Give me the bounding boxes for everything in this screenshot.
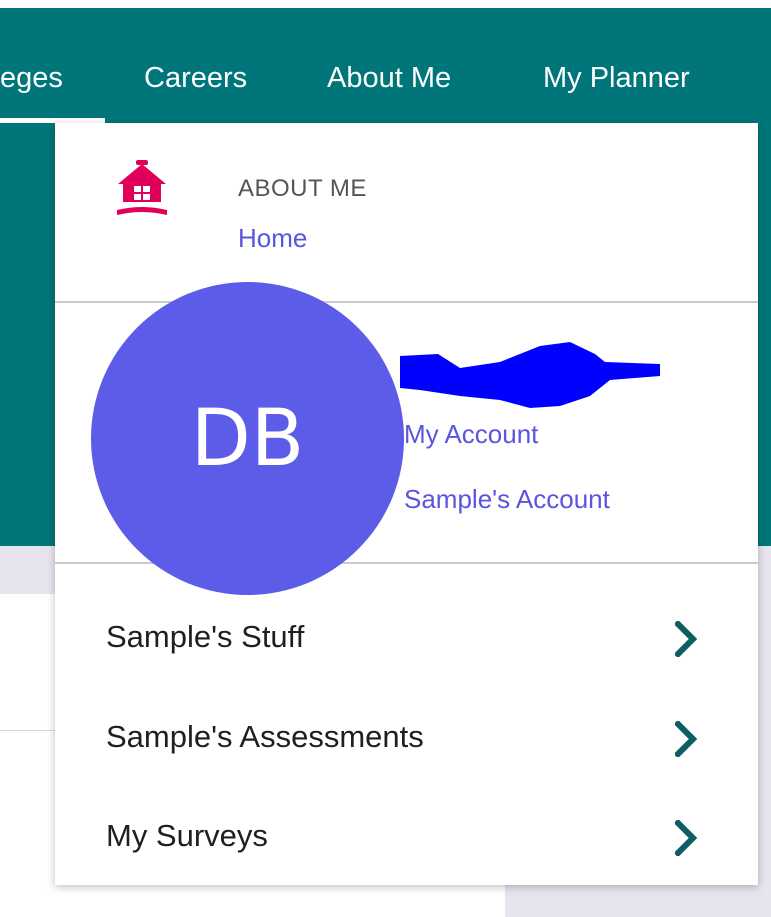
nav-item-colleges[interactable]: eges xyxy=(0,58,63,98)
chevron-right-icon xyxy=(675,621,697,657)
my-account-link[interactable]: My Account xyxy=(404,419,538,450)
divider xyxy=(55,301,758,303)
nav-item-about-me[interactable]: About Me xyxy=(327,58,451,98)
user-avatar[interactable]: DB xyxy=(91,282,404,595)
top-navigation-bar: eges Careers About Me My Planner xyxy=(0,8,771,123)
chevron-right-icon xyxy=(675,820,697,856)
nav-item-my-planner[interactable]: My Planner xyxy=(543,58,690,98)
sample-account-link[interactable]: Sample's Account xyxy=(404,484,610,515)
nav-item-careers[interactable]: Careers xyxy=(144,58,247,98)
menu-item-samples-stuff[interactable]: Sample's Stuff xyxy=(55,609,758,669)
menu-item-label: Sample's Stuff xyxy=(106,619,305,654)
section-title: ABOUT ME xyxy=(238,175,367,202)
menu-item-my-surveys[interactable]: My Surveys xyxy=(55,808,758,868)
home-link[interactable]: Home xyxy=(238,223,307,254)
home-icon xyxy=(117,160,167,215)
menu-item-label: Sample's Assessments xyxy=(106,719,424,754)
redacted-user-name xyxy=(400,342,660,408)
chevron-right-icon xyxy=(675,721,697,757)
menu-item-samples-assessments[interactable]: Sample's Assessments xyxy=(55,709,758,769)
menu-item-label: My Surveys xyxy=(106,818,268,853)
